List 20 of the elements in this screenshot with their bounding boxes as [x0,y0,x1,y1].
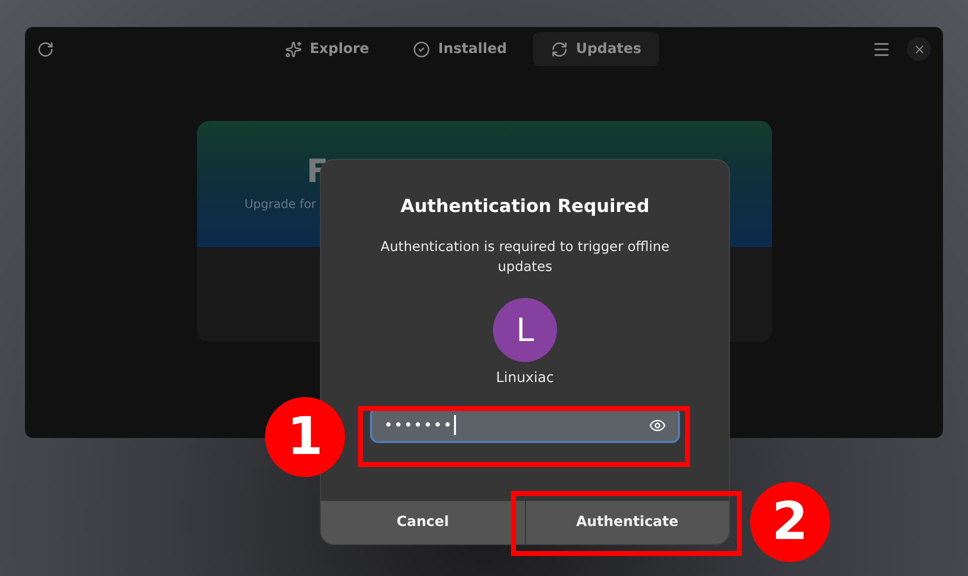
avatar-letter: L [516,310,534,351]
close-button[interactable] [907,37,931,61]
dialog-message: Authentication is required to trigger offline updates [380,238,670,277]
tab-icon [550,40,568,58]
tab-icon [413,40,430,58]
close-icon [912,42,926,56]
tab[interactable]: Installed [395,32,525,66]
dialog-title: Authentication Required [400,195,650,219]
tab[interactable]: Explore [266,32,388,66]
banner-subtitle: Upgrade for [244,196,316,213]
tab[interactable]: Updates [532,32,660,66]
user-name: Linuxiac [496,369,554,388]
refresh-icon[interactable] [37,40,54,58]
password-dots: ••••••• [384,414,453,436]
tab-icon [284,40,302,58]
dialog-button[interactable]: Authenticate [524,501,729,544]
text-cursor [454,415,456,435]
dialog-button[interactable]: Cancel [321,501,524,544]
step-number: 2 [772,496,808,548]
step-number: 1 [286,411,324,463]
